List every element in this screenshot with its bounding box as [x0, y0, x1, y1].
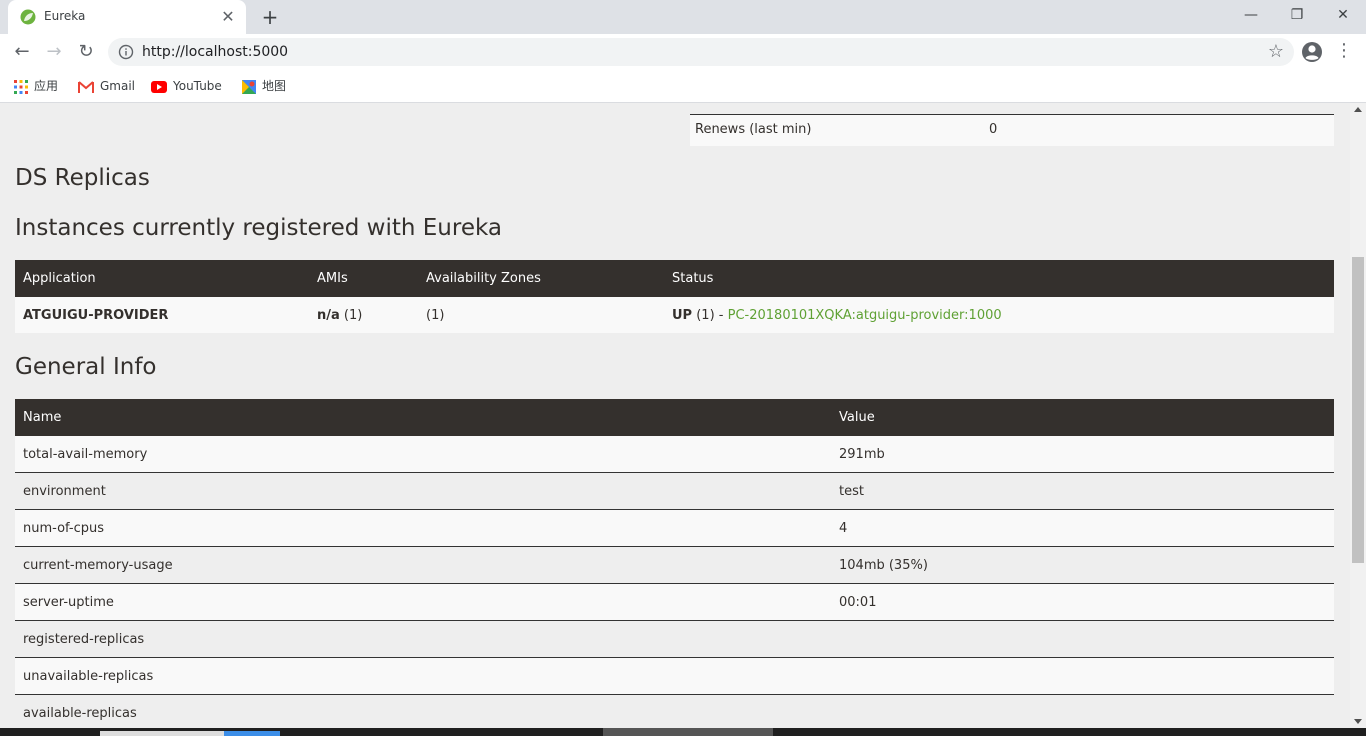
column-header: AMIs — [317, 271, 348, 286]
general-info-heading: General Info — [15, 354, 157, 380]
bookmark-label: Gmail — [100, 79, 136, 93]
application-name: ATGUIGU-PROVIDER — [23, 307, 169, 323]
table-row: ATGUIGU-PROVIDER n/a (1) (1) UP (1) - PC… — [15, 297, 1334, 333]
close-window-button[interactable]: ✕ — [1320, 0, 1366, 30]
table-row: current-memory-usage 104mb (35%) — [15, 546, 1334, 584]
bookmark-maps[interactable]: 地图 — [242, 77, 286, 95]
table-row: server-uptime 00:01 — [15, 583, 1334, 621]
status-value: UP — [672, 307, 693, 323]
table-row: unavailable-replicas — [15, 657, 1334, 695]
renews-label: Renews (last min) — [695, 122, 812, 137]
info-name: current-memory-usage — [15, 546, 831, 584]
renews-value: 0 — [989, 122, 998, 137]
amis-value: n/a — [317, 307, 340, 323]
info-name: total-avail-memory — [23, 446, 148, 462]
info-value — [831, 657, 1334, 695]
info-value: 00:01 — [831, 583, 1334, 621]
column-header: Availability Zones — [426, 271, 541, 286]
amis-cell: n/a (1) — [309, 297, 418, 333]
column-header: Name — [23, 410, 62, 425]
info-value: 291mb — [839, 446, 885, 462]
forward-button[interactable]: → — [42, 40, 66, 64]
address-bar[interactable]: http://localhost:5000 ☆ — [108, 38, 1294, 66]
page-scrollbar[interactable] — [1350, 103, 1366, 728]
ds-replicas-heading: DS Replicas — [15, 165, 150, 191]
scroll-up-icon[interactable] — [1354, 107, 1362, 112]
application-cell: ATGUIGU-PROVIDER — [15, 297, 309, 333]
restore-button[interactable]: ❐ — [1274, 0, 1320, 30]
bookmark-star-icon[interactable]: ☆ — [1268, 41, 1284, 62]
table-row: available-replicas — [15, 694, 1334, 728]
taskbar-item[interactable] — [603, 728, 773, 736]
profile-avatar-icon[interactable] — [1300, 40, 1324, 64]
status-cell: UP (1) - PC-20180101XQKA:atguigu-provide… — [664, 297, 1334, 333]
bookmarks-bar: 应用 Gmail YouTube 地图 — [0, 70, 1366, 103]
browser-tab[interactable]: Eureka ✕ — [8, 0, 246, 34]
amis-count: (1) — [343, 307, 363, 323]
info-icon[interactable] — [118, 44, 134, 60]
renews-row: Renews (last min) 0 — [690, 114, 1334, 146]
table-row: total-avail-memory 291mb — [15, 436, 1334, 473]
taskbar-item[interactable] — [224, 731, 280, 736]
info-value — [831, 694, 1334, 728]
status-count: (1) - — [696, 307, 724, 323]
bookmark-youtube[interactable]: YouTube — [151, 77, 222, 95]
column-header: Status — [672, 271, 714, 286]
instances-heading: Instances currently registered with Eure… — [15, 215, 502, 241]
minimize-button[interactable]: — — [1228, 0, 1274, 30]
info-value: test — [831, 472, 1334, 510]
url-text[interactable]: http://localhost:5000 — [142, 44, 288, 60]
bookmark-gmail[interactable]: Gmail — [78, 77, 135, 95]
table-row: num-of-cpus 4 — [15, 509, 1334, 547]
tab-close-button[interactable]: ✕ — [218, 7, 238, 27]
column-header: Application — [23, 271, 96, 286]
taskbar-item[interactable] — [100, 731, 224, 736]
info-value: 104mb (35%) — [831, 546, 1334, 584]
info-name: unavailable-replicas — [15, 657, 831, 695]
info-name: registered-replicas — [15, 620, 831, 658]
bookmark-apps[interactable]: 应用 — [14, 77, 58, 95]
browser-tabstrip: Eureka ✕ + — ❐ ✕ — [0, 0, 1366, 34]
general-header-row: Name Value — [15, 399, 1334, 436]
scrollbar-thumb[interactable] — [1352, 257, 1364, 563]
tab-title: Eureka — [44, 9, 86, 23]
gmail-icon — [78, 80, 94, 93]
instances-header-row: Application AMIs Availability Zones Stat… — [15, 260, 1334, 297]
general-info-table: Name Value total-avail-memory 291mb envi… — [15, 399, 1334, 728]
column-header: Value — [839, 410, 875, 425]
bookmark-label: YouTube — [173, 79, 222, 93]
os-taskbar — [0, 728, 1366, 736]
info-name: server-uptime — [15, 583, 831, 621]
new-tab-button[interactable]: + — [258, 5, 282, 29]
spring-leaf-icon — [20, 9, 36, 25]
youtube-icon — [151, 80, 167, 93]
instances-table: Application AMIs Availability Zones Stat… — [15, 260, 1334, 333]
maps-icon — [242, 79, 256, 94]
browser-menu-icon[interactable]: ⋮ — [1334, 40, 1354, 64]
info-value — [831, 620, 1334, 658]
bookmark-label: 应用 — [34, 79, 59, 93]
browser-toolbar: ← → ↻ http://localhost:5000 ☆ ⋮ — [0, 34, 1366, 70]
page-viewport: Renews (last min) 0 DS Replicas Instance… — [0, 103, 1350, 728]
instance-link[interactable]: PC-20180101XQKA:atguigu-provider:1000 — [728, 308, 1002, 323]
info-value: 4 — [831, 509, 1334, 547]
zones-cell: (1) — [426, 307, 445, 323]
bookmark-label: 地图 — [262, 79, 287, 93]
scroll-down-icon[interactable] — [1354, 719, 1362, 724]
table-row: environment test — [15, 472, 1334, 510]
reload-button[interactable]: ↻ — [74, 40, 98, 64]
apps-grid-icon — [14, 79, 28, 94]
info-name: environment — [15, 472, 831, 510]
table-row: registered-replicas — [15, 620, 1334, 658]
info-name: num-of-cpus — [15, 509, 831, 547]
back-button[interactable]: ← — [10, 40, 34, 64]
info-name: available-replicas — [15, 694, 831, 728]
